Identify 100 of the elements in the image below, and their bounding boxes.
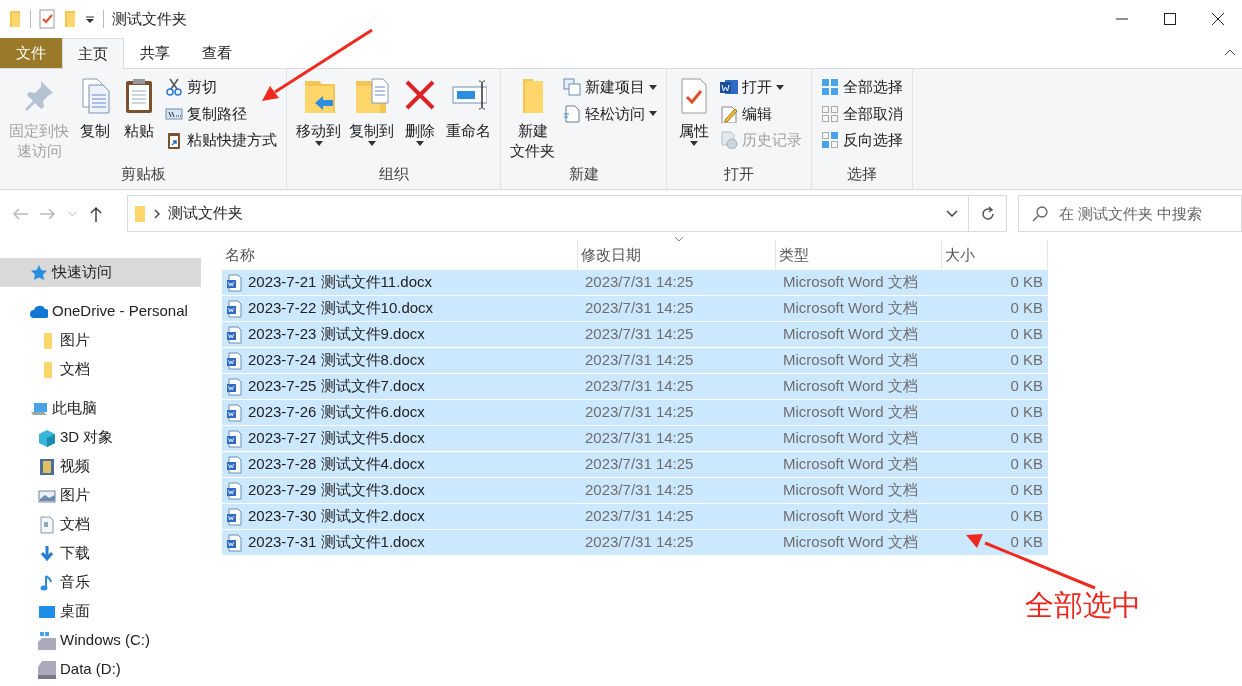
pencil-document-icon xyxy=(720,104,738,123)
nav-item[interactable]: 3D 对象 xyxy=(0,423,201,452)
nav-item[interactable]: 下载 xyxy=(0,539,201,568)
drive-icon xyxy=(38,660,56,679)
date-cell-text: 2023/7/31 14:25 xyxy=(584,272,695,293)
file-row[interactable]: 2023-7-25 测试文件7.docx 2023/7/31 14:25 Microsoft Word 文档 0 KB xyxy=(222,374,1048,400)
nav-item[interactable]: 文档 xyxy=(0,355,201,384)
file-tab[interactable]: 文件 xyxy=(0,38,62,68)
ribbon-tab[interactable]: 查看 xyxy=(186,38,248,68)
address-field[interactable]: 测试文件夹 xyxy=(127,195,969,232)
select-all-icon xyxy=(821,78,839,97)
type-cell-text: Microsoft Word 文档 xyxy=(782,428,919,449)
file-row[interactable]: 2023-7-22 测试文件10.docx 2023/7/31 14:25 Microsoft Word 文档 0 KB xyxy=(222,296,1048,322)
type-cell-text: Microsoft Word 文档 xyxy=(782,454,919,475)
group-label: 选择 xyxy=(846,164,878,184)
group-label: 打开 xyxy=(723,164,755,184)
nav-item[interactable]: 文档 xyxy=(0,510,201,539)
file-name: 2023-7-28 测试文件4.docx xyxy=(222,453,578,476)
word-document-icon xyxy=(226,533,242,552)
date-cell-text: 2023/7/31 14:25 xyxy=(584,298,695,319)
download-icon xyxy=(38,544,56,563)
nav-item[interactable]: 快速访问 xyxy=(0,258,201,287)
dropdown-icon[interactable] xyxy=(85,14,95,24)
ribbon-tab[interactable]: 主页 xyxy=(62,38,124,69)
invert-selection-icon xyxy=(821,131,839,150)
nav-item[interactable]: 音乐 xyxy=(0,568,201,597)
date-cell-text: 2023/7/31 14:25 xyxy=(584,454,695,475)
nav-item[interactable]: OneDrive - Personal xyxy=(0,297,201,326)
ribbon-button[interactable]: 复制路径 xyxy=(162,101,280,126)
ribbon-button[interactable]: 编辑 xyxy=(717,101,805,126)
word-document-icon xyxy=(226,325,242,344)
ribbon-button[interactable]: 新建 文件夹 xyxy=(507,75,558,163)
chevron-right-icon xyxy=(154,208,160,219)
file-row[interactable]: 2023-7-24 测试文件8.docx 2023/7/31 14:25 Microsoft Word 文档 0 KB xyxy=(222,348,1048,374)
search-field[interactable]: 在 测试文件夹 中搜索 xyxy=(1018,195,1242,232)
ribbon-button[interactable]: 属性 xyxy=(673,75,715,163)
file-name: 2023-7-21 测试文件11.docx xyxy=(222,271,578,294)
ribbon-button[interactable]: 剪切 xyxy=(162,75,280,100)
file-row[interactable]: 2023-7-28 测试文件4.docx 2023/7/31 14:25 Microsoft Word 文档 0 KB xyxy=(222,452,1048,478)
maximize-icon[interactable] xyxy=(1164,13,1176,25)
file-name: 2023-7-30 测试文件2.docx xyxy=(222,505,578,528)
caret-icon xyxy=(690,141,698,146)
date-cell-text: 2023/7/31 14:25 xyxy=(584,480,695,501)
nav-item[interactable]: 图片 xyxy=(0,481,201,510)
ribbon-button[interactable]: 轻松访问 xyxy=(560,101,660,126)
ribbon-button[interactable]: 全部选择 xyxy=(818,75,906,100)
close-icon[interactable] xyxy=(1212,13,1224,25)
file-name: 2023-7-31 测试文件1.docx xyxy=(222,531,578,554)
history-icon xyxy=(720,131,738,150)
file-row[interactable]: 2023-7-29 测试文件3.docx 2023/7/31 14:25 Microsoft Word 文档 0 KB xyxy=(222,478,1048,504)
type-cell-text: Microsoft Word 文档 xyxy=(782,402,919,423)
file-row[interactable]: 2023-7-27 测试文件5.docx 2023/7/31 14:25 Microsoft Word 文档 0 KB xyxy=(222,426,1048,452)
ribbon-button[interactable]: 复制 xyxy=(74,75,116,163)
nav-item[interactable]: Windows (C:) xyxy=(0,626,201,655)
ribbon-button[interactable]: 复制到 xyxy=(346,75,397,163)
group-label: 组织 xyxy=(377,164,410,184)
file-row[interactable]: 2023-7-30 测试文件2.docx 2023/7/31 14:25 Microsoft Word 文档 0 KB xyxy=(222,504,1048,530)
type-cell-text: Microsoft Word 文档 xyxy=(782,272,919,293)
ribbon-button[interactable]: 移动到 xyxy=(293,75,344,163)
refresh-button[interactable] xyxy=(969,195,1007,232)
file-row[interactable]: 2023-7-26 测试文件6.docx 2023/7/31 14:25 Microsoft Word 文档 0 KB xyxy=(222,400,1048,426)
refresh-icon xyxy=(979,205,996,222)
nav-item[interactable]: Data (D:) xyxy=(0,655,201,684)
size-cell-text: 0 KB xyxy=(1009,350,1044,371)
ribbon-button[interactable]: 粘贴快捷方式 xyxy=(162,128,280,153)
size-cell-text: 0 KB xyxy=(1009,298,1044,319)
type-cell-text: Microsoft Word 文档 xyxy=(782,376,919,397)
file-name: 2023-7-26 测试文件6.docx xyxy=(222,401,578,424)
size-cell-text: 0 KB xyxy=(1009,272,1044,293)
search-icon xyxy=(1032,206,1048,222)
ribbon-button[interactable]: 新建项目 xyxy=(560,75,660,100)
chevron-down-icon xyxy=(946,209,958,218)
window-title: 测试文件夹 xyxy=(112,8,187,29)
nav-item[interactable]: 视频 xyxy=(0,452,201,481)
file-name: 2023-7-24 测试文件8.docx xyxy=(222,349,578,372)
ribbon-button[interactable]: 反向选择 xyxy=(818,128,906,153)
word-document-icon xyxy=(226,351,242,370)
ribbon-button[interactable]: 删除 xyxy=(399,75,441,163)
date-cell-text: 2023/7/31 14:25 xyxy=(584,506,695,527)
nav-item[interactable]: 此电脑 xyxy=(0,394,201,423)
file-row[interactable]: 2023-7-31 测试文件1.docx 2023/7/31 14:25 Microsoft Word 文档 0 KB xyxy=(222,530,1048,556)
caret-icon xyxy=(649,84,657,90)
file-row[interactable]: 2023-7-21 测试文件11.docx 2023/7/31 14:25 Microsoft Word 文档 0 KB xyxy=(222,270,1048,296)
file-row[interactable]: 2023-7-23 测试文件9.docx 2023/7/31 14:25 Microsoft Word 文档 0 KB xyxy=(222,322,1048,348)
nav-item[interactable]: 图片 xyxy=(0,326,201,355)
collapse-ribbon-icon[interactable] xyxy=(1224,48,1236,56)
checklist-icon[interactable] xyxy=(39,9,55,29)
type-cell-text: Microsoft Word 文档 xyxy=(782,506,919,527)
ribbon-tab[interactable]: 共享 xyxy=(124,38,186,68)
ribbon-button[interactable]: 粘贴 xyxy=(118,75,160,163)
word-document-icon xyxy=(226,403,242,422)
ribbon-button[interactable]: 打开 xyxy=(717,75,805,100)
ribbon-button[interactable]: 重命名 xyxy=(443,75,494,163)
caret-icon xyxy=(776,84,784,90)
ribbon-button[interactable]: 全部取消 xyxy=(818,101,906,126)
type-cell-text: Microsoft Word 文档 xyxy=(782,324,919,345)
up-icon[interactable] xyxy=(89,205,103,222)
date-cell-text: 2023/7/31 14:25 xyxy=(584,532,695,553)
film-icon xyxy=(38,457,56,476)
nav-item[interactable]: 桌面 xyxy=(0,597,201,626)
